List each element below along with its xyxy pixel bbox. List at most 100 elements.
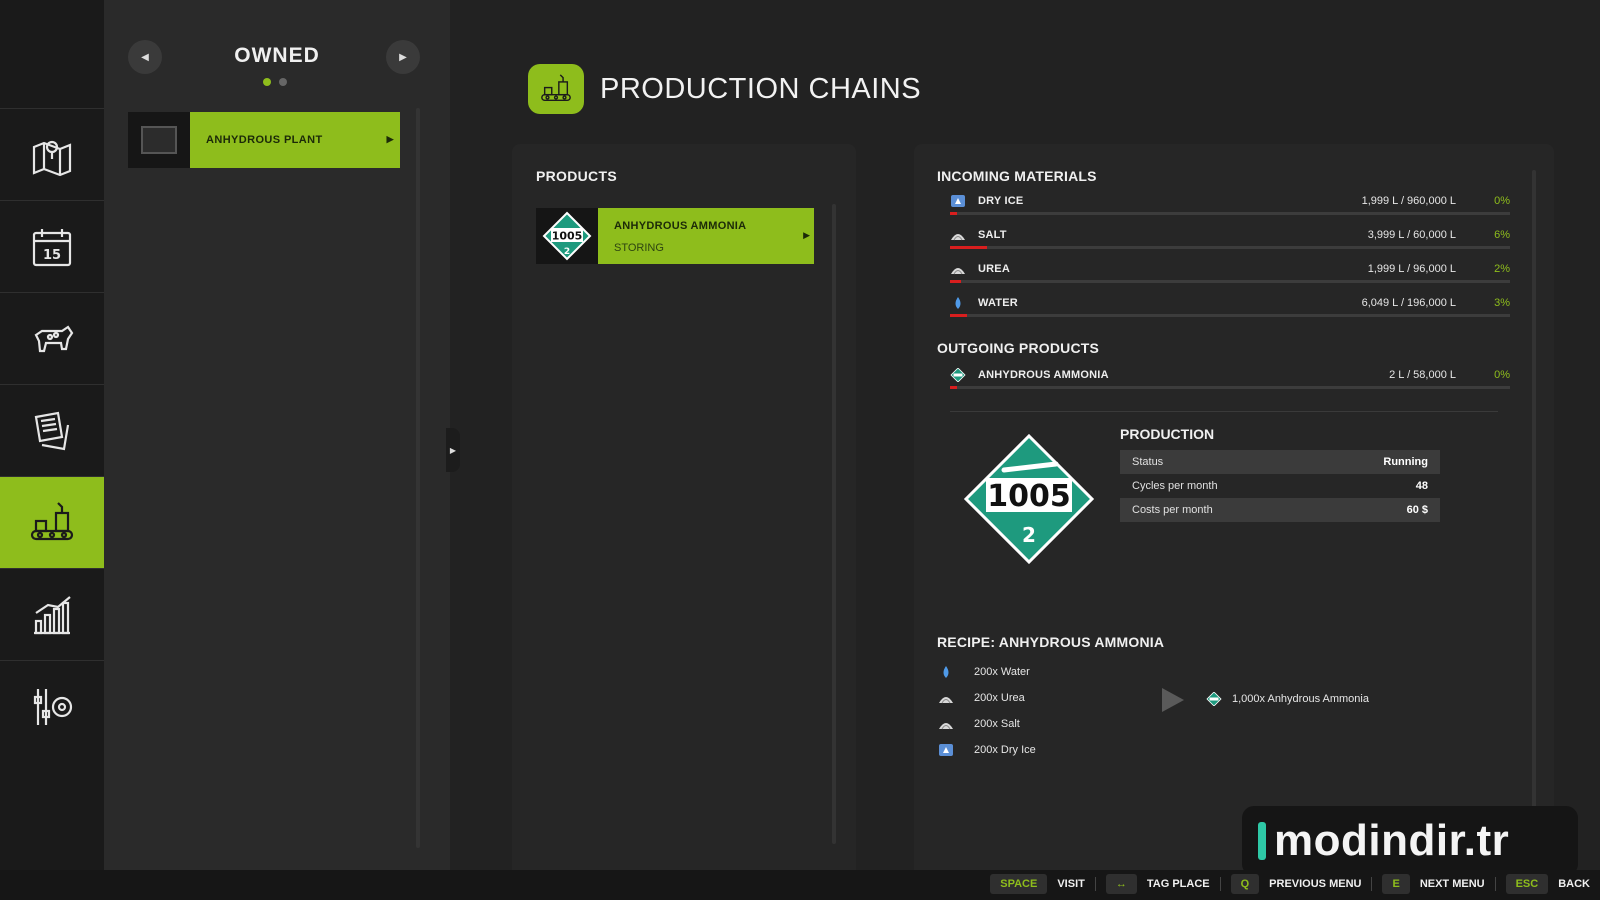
watermark-logo: modindir.tr <box>1242 806 1578 876</box>
recipe-input-row: 200x Dry Ice <box>938 740 1036 760</box>
input-hints-bar: SPACE VISIT ↔ TAG PLACE Q PREVIOUS MENU … <box>0 870 1600 900</box>
stat-value: Running <box>1383 456 1428 468</box>
next-category-button[interactable]: ▶ <box>386 40 420 74</box>
production-icon <box>541 74 571 102</box>
material-amount: 6,049 L / 196,000 L <box>1361 297 1456 309</box>
stat-value: 48 <box>1415 480 1428 492</box>
settings-icon <box>33 688 73 725</box>
products-heading: PRODUCTS <box>536 168 617 184</box>
material-amount: 1,999 L / 960,000 L <box>1361 195 1456 207</box>
hint-tag-place[interactable]: ↔ TAG PLACE <box>1105 874 1210 894</box>
water-icon <box>943 666 949 678</box>
hint-back[interactable]: ESC BACK <box>1505 874 1590 894</box>
stat-value: 60 $ <box>1406 504 1428 516</box>
hint-label: TAG PLACE <box>1146 878 1210 890</box>
product-item-anhydrous-ammonia[interactable]: 1005 2 ANHYDROUS AMMONIA STORING ▶ <box>536 208 814 264</box>
salt-icon <box>939 723 953 730</box>
hint-previous-menu[interactable]: Q PREVIOUS MENU <box>1230 874 1361 894</box>
product-name: ANHYDROUS AMMONIA <box>978 369 1109 381</box>
production-stats-table: Status Running Cycles per month 48 Costs… <box>1120 450 1440 522</box>
fill-level-fill <box>950 280 962 283</box>
fill-level-fill <box>950 314 967 317</box>
arrow-right-icon: ▶ <box>399 51 407 63</box>
contracts-menu-button[interactable] <box>0 384 104 476</box>
owned-list-panel: ◀ OWNED ▶ ANHYDROUS PLANT ▶ <box>104 0 450 870</box>
svg-text:1005: 1005 <box>552 230 583 243</box>
arrow-right-icon: ▶ <box>449 445 457 455</box>
fill-level-bar <box>950 246 1510 249</box>
ammonia-icon <box>1206 692 1222 706</box>
product-percent: 0% <box>1494 369 1510 381</box>
hint-label: VISIT <box>1057 878 1085 890</box>
animals-menu-button[interactable] <box>0 292 104 384</box>
cow-icon <box>34 324 74 352</box>
fill-level-fill <box>950 386 957 389</box>
production-heading: PRODUCTION <box>1120 426 1215 442</box>
collapse-panel-button[interactable]: ▶ <box>446 428 460 472</box>
svg-text:1005: 1005 <box>987 479 1071 514</box>
page-header: PRODUCTION CHAINS <box>528 64 921 114</box>
chevron-right-icon: ▶ <box>803 230 810 240</box>
incoming-material-row: DRY ICE 1,999 L / 960,000 L 0% <box>950 194 1510 224</box>
production-chains-screen: 15 ◀ OWNED ▶ ANHYDROUS PLANT ▶ ▶ PRODUCT… <box>0 0 1600 900</box>
products-scrollbar[interactable] <box>832 204 836 844</box>
stat-row-costs: Costs per month 60 $ <box>1120 498 1440 522</box>
owned-item-label: ANHYDROUS PLANT <box>206 134 323 146</box>
watermark-text: modindir.tr <box>1274 816 1510 865</box>
fill-level-bar <box>950 280 1510 283</box>
hint-label: NEXT MENU <box>1419 878 1485 890</box>
production-details-panel: INCOMING MATERIALS DRY ICE 1,999 L / 960… <box>914 144 1554 870</box>
product-amount: 2 L / 58,000 L <box>1389 369 1456 381</box>
map-menu-button[interactable] <box>0 108 104 200</box>
owned-item-anhydrous-plant[interactable]: ANHYDROUS PLANT ▶ <box>128 112 400 168</box>
product-status: STORING <box>614 242 664 254</box>
contracts-icon <box>34 411 70 450</box>
incoming-material-row: SALT 3,999 L / 60,000 L 6% <box>950 228 1510 258</box>
production-menu-button[interactable] <box>0 476 112 568</box>
hint-visit[interactable]: SPACE VISIT <box>990 874 1085 894</box>
key-badge: Q <box>1230 874 1260 894</box>
dry-ice-icon <box>939 744 953 756</box>
key-badge: ↔ <box>1105 874 1137 894</box>
material-amount: 1,999 L / 96,000 L <box>1367 263 1456 275</box>
dry-ice-icon <box>951 195 965 207</box>
salt-icon <box>951 234 965 241</box>
statistics-icon <box>34 595 71 634</box>
section-divider <box>950 411 1498 412</box>
production-icon <box>30 501 74 540</box>
fill-level-bar <box>950 386 1510 389</box>
statistics-menu-button[interactable] <box>0 568 104 660</box>
stat-label: Costs per month <box>1132 504 1213 516</box>
recipe-input-text: 200x Urea <box>974 692 1025 704</box>
outgoing-products-heading: OUTGOING PRODUCTS <box>937 340 1100 356</box>
owned-scrollbar[interactable] <box>416 108 420 848</box>
page-dot-1[interactable] <box>263 78 271 86</box>
urea-icon <box>939 697 953 704</box>
stat-row-cycles: Cycles per month 48 <box>1120 474 1440 498</box>
calendar-menu-button[interactable]: 15 <box>0 200 104 292</box>
settings-menu-button[interactable] <box>0 660 104 752</box>
svg-text:2: 2 <box>1022 523 1036 547</box>
material-percent: 6% <box>1494 229 1510 241</box>
incoming-material-row: WATER 6,049 L / 196,000 L 3% <box>950 296 1510 326</box>
page-dot-2[interactable] <box>279 78 287 86</box>
recipe-input-text: 200x Dry Ice <box>974 744 1036 756</box>
hint-next-menu[interactable]: E NEXT MENU <box>1382 874 1485 894</box>
svg-text:15: 15 <box>43 248 61 263</box>
material-name: SALT <box>978 229 1007 241</box>
material-percent: 3% <box>1494 297 1510 309</box>
urea-icon <box>951 268 965 275</box>
key-badge: SPACE <box>990 874 1048 894</box>
recipe-output-text: 1,000x Anhydrous Ammonia <box>1232 693 1369 705</box>
material-amount: 3,999 L / 60,000 L <box>1367 229 1456 241</box>
material-percent: 2% <box>1494 263 1510 275</box>
details-scrollbar[interactable] <box>1532 170 1536 810</box>
recipe-input-row: 200x Urea <box>938 688 1025 708</box>
page-title: PRODUCTION CHAINS <box>600 72 922 105</box>
product-name: ANHYDROUS AMMONIA <box>614 220 747 232</box>
hint-label: BACK <box>1558 878 1590 890</box>
material-name: WATER <box>978 297 1018 309</box>
fill-level-bar <box>950 314 1510 317</box>
material-name: DRY ICE <box>978 195 1024 207</box>
key-badge: E <box>1382 874 1410 894</box>
